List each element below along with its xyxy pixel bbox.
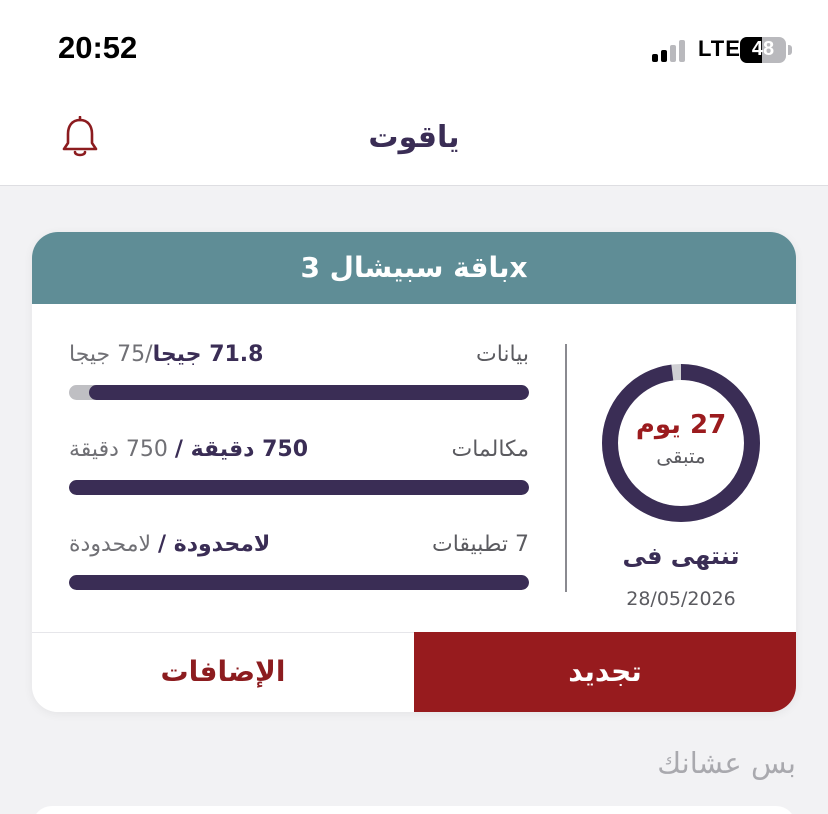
battery-icon: 48 [740,37,786,63]
usage-label: مكالمات [451,437,529,462]
usage-value: لامحدودة / لامحدودة [69,532,270,557]
remaining-label: متبقى [656,444,706,468]
usage-value: 750 دقيقة / 750 دقيقة [69,437,308,462]
plan-card: باقة سبيشال 3x بيانات 71.8 جيجا/75 جيجا … [32,232,796,712]
usage-bar [69,385,529,400]
usage-bar [69,480,529,495]
usage-label: بيانات [475,342,529,367]
usage-row-calls: مكالمات 750 دقيقة / 750 دقيقة [69,437,529,532]
usage-used: 71.8 جيجا [152,342,264,367]
expires-label: تنتهى فى [622,542,740,570]
plan-name: باقة سبيشال 3x [32,232,796,304]
usage-row-apps: 7 تطبيقات لامحدودة / لامحدودة [69,532,529,627]
battery-tip [788,45,792,55]
renew-button[interactable]: تجديد [414,632,796,712]
usage-bar [69,575,529,590]
usage-label: 7 تطبيقات [432,532,529,557]
expiry-date: 28/05/2026 [626,588,736,610]
status-bar: 20:52 LTE 48 [0,0,828,96]
offer-card[interactable] [32,806,796,814]
nav-bar: ياقوت [0,96,828,186]
usage-used: لامحدودة / [158,532,271,557]
usage-total: لامحدودة [69,532,152,557]
usage-used: 750 دقيقة / [174,437,309,462]
usage-bar-fill [88,385,529,400]
section-title: بس عشانك [657,746,796,780]
signal-icon [652,38,692,62]
card-divider [565,344,567,592]
page-title: ياقوت [368,120,460,155]
usage-bar-fill [69,480,529,495]
usage-total: 750 دقيقة [69,437,168,462]
usage-list: بيانات 71.8 جيجا/75 جيجا مكالمات 750 دقي… [69,342,529,627]
usage-value: 71.8 جيجا/75 جيجا [69,342,263,367]
days-value: 27 يوم [635,410,727,440]
days-remaining: 27 يوم متبقى [600,410,762,468]
usage-total: /75 جيجا [69,342,153,367]
usage-bar-fill [69,575,529,590]
addons-button[interactable]: الإضافات [32,632,414,712]
network-type: LTE [698,36,741,61]
status-time: 20:52 [58,30,138,65]
usage-row-data: بيانات 71.8 جيجا/75 جيجا [69,342,529,437]
battery-percent: 48 [751,38,775,60]
